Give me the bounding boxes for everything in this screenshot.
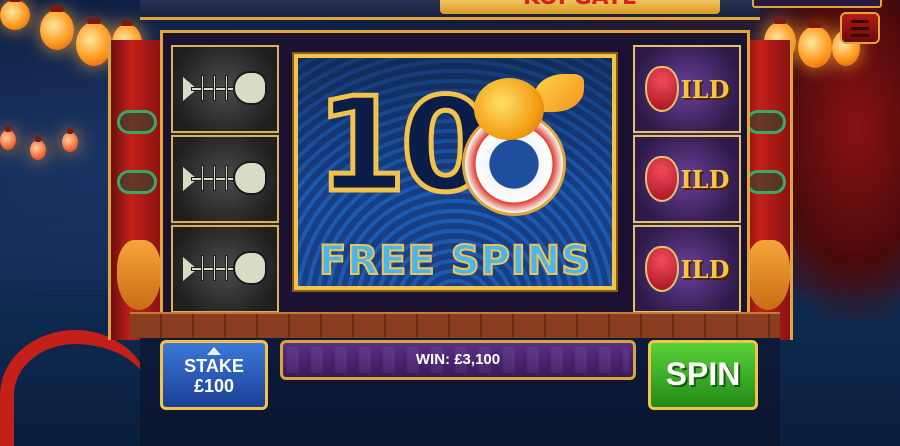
lantern-icon [62, 128, 78, 152]
fishbone-rib [213, 75, 216, 101]
wild-symbol-art: ILD [644, 156, 730, 202]
koi-fish-icon [454, 74, 584, 218]
game-scene: KOI GATE [0, 0, 900, 446]
fishbone-icon [183, 157, 267, 201]
fishbone-rib [225, 255, 228, 281]
fishbone-head [233, 251, 267, 285]
cloud-icon [746, 110, 786, 134]
fishbone-symbol [171, 225, 279, 313]
lantern-icon [40, 6, 74, 50]
temple-roof: KOI GATE [140, 0, 882, 20]
win-amount-text: WIN: £3,100 [415, 351, 501, 368]
fishbone-symbol [171, 135, 279, 223]
hamburger-menu-icon [851, 19, 869, 23]
fishbone-rib [225, 165, 228, 191]
wild-face-icon [644, 246, 679, 292]
fishbone-rib [201, 255, 204, 281]
wild-symbol-art: ILD [644, 246, 730, 292]
roof-display-box [752, 0, 882, 8]
wild-symbol-art: ILD [644, 66, 730, 112]
reel-left [171, 45, 279, 315]
koi-carving-icon [117, 240, 161, 310]
fishbone-icon [183, 247, 267, 291]
hamburger-line [851, 26, 869, 30]
game-title-sign: KOI GATE [440, 0, 720, 14]
fishbone-head [233, 161, 267, 195]
lantern-icon [798, 22, 832, 68]
fishbone-rib [201, 165, 204, 191]
wild-face-icon [644, 66, 679, 112]
koi-head [474, 78, 544, 140]
fishbone-rib [225, 75, 228, 101]
wild-symbol: ILD [633, 135, 741, 223]
stake-label: STAKE [184, 356, 244, 376]
fishbone-rib [213, 165, 216, 191]
cloud-icon [117, 110, 157, 134]
lantern-icon [76, 18, 112, 66]
wooden-ledge [130, 312, 780, 338]
reel-right: ILD ILD ILD [633, 45, 741, 315]
cloud-icon [117, 170, 157, 194]
fishbone-symbol [171, 45, 279, 133]
wild-symbol-text: ILD [680, 74, 730, 104]
spin-button[interactable]: SPIN [648, 340, 758, 410]
free-spins-award-panel: 10 FREE SPINS [292, 52, 618, 292]
fishbone-head [233, 71, 267, 105]
lantern-icon [0, 0, 30, 30]
reels-frame: ILD ILD ILD 10 FREE SPINS [160, 30, 750, 316]
wild-face-icon [644, 156, 679, 202]
stake-button[interactable]: STAKE £100 [160, 340, 268, 410]
wild-symbol: ILD [633, 45, 741, 133]
koi-carving-icon [746, 240, 790, 310]
stake-amount: £100 [193, 376, 235, 396]
free-spins-label: FREE SPINS [318, 237, 591, 285]
hamburger-line [851, 33, 869, 37]
lantern-icon [30, 136, 46, 160]
fishbone-rib [213, 255, 216, 281]
fishbone-rib [201, 75, 204, 101]
menu-button[interactable] [840, 12, 880, 44]
wild-symbol: ILD [633, 225, 741, 313]
cloud-icon [746, 170, 786, 194]
win-display: WIN: £3,100 [280, 340, 636, 380]
left-pillar [108, 40, 164, 340]
wild-symbol-text: ILD [680, 164, 730, 194]
fishbone-icon [183, 67, 267, 111]
lantern-icon [0, 126, 16, 150]
wild-symbol-text: ILD [680, 254, 730, 284]
arrow-up-icon [207, 347, 221, 355]
